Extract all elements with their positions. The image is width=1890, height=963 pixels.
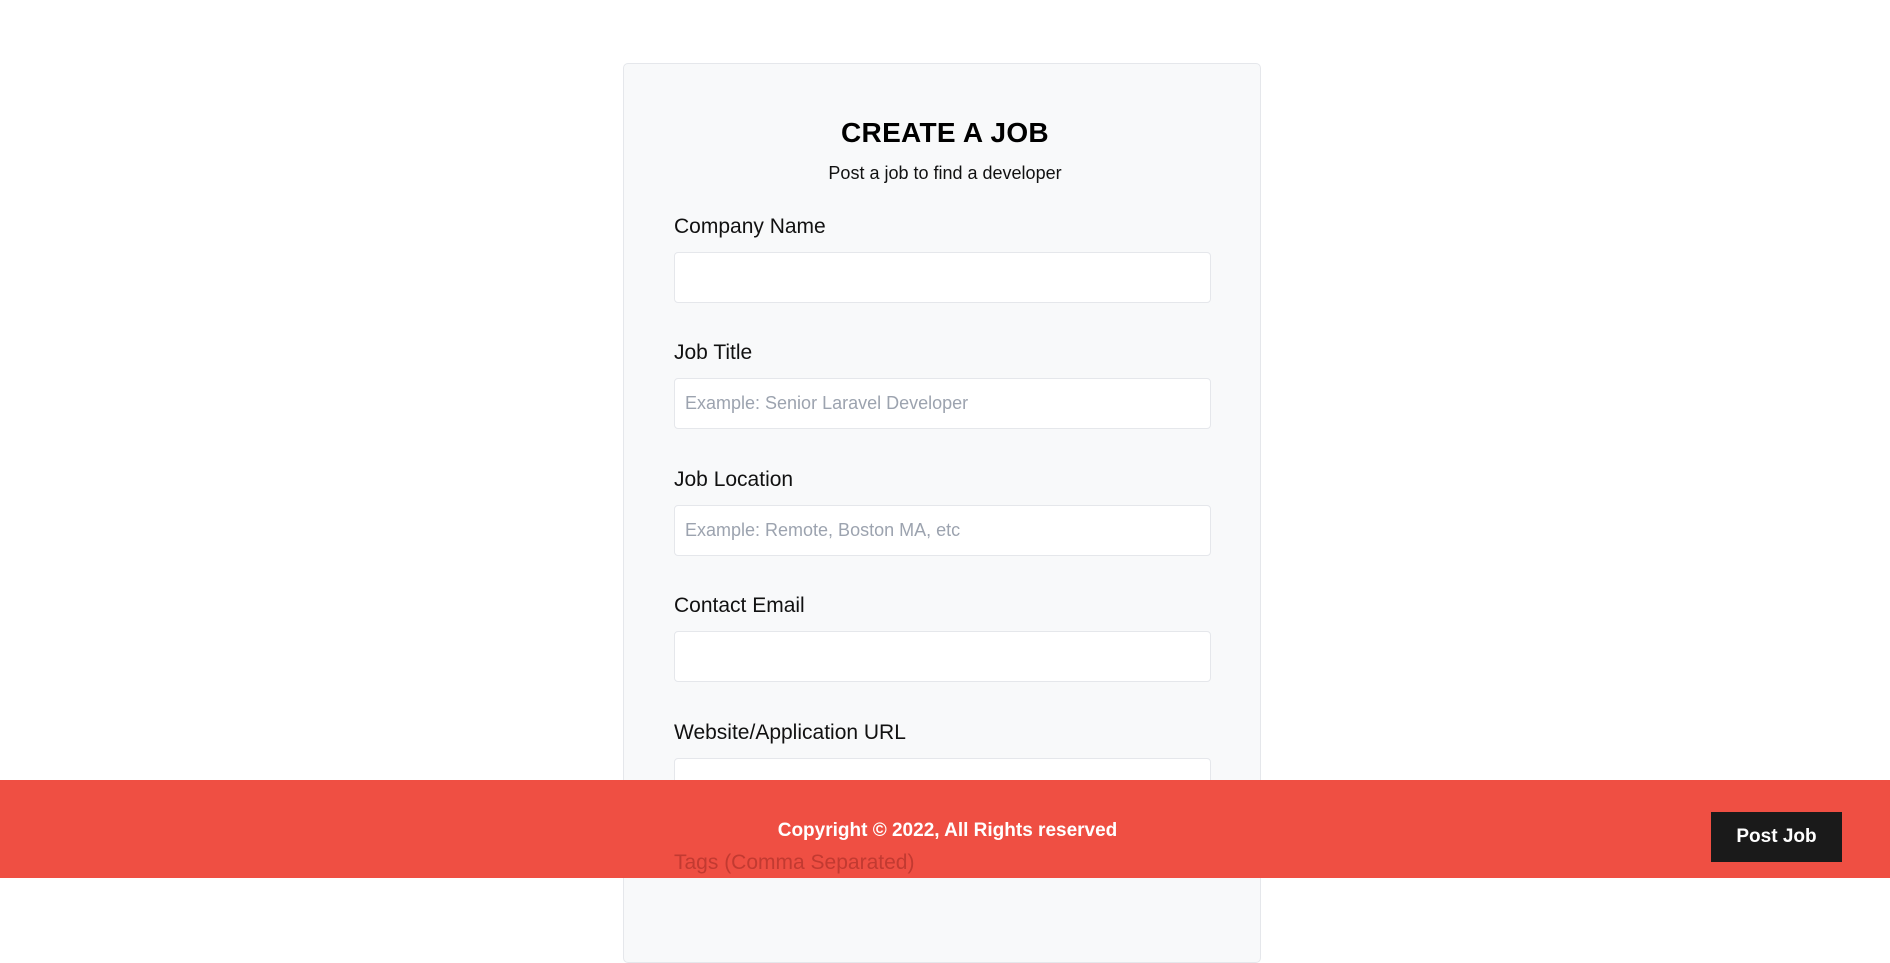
contact-email-input[interactable]	[674, 631, 1211, 682]
website-url-label: Website/Application URL	[674, 721, 906, 744]
page-subtitle: Post a job to find a developer	[828, 163, 1062, 183]
copyright-text: Copyright © 2022, All Rights reserved	[777, 820, 1118, 841]
company-name-label: Company Name	[674, 215, 826, 238]
page-title: CREATE A JOB	[841, 117, 1049, 148]
tags-label: Tags (Comma Separated)	[674, 851, 915, 874]
contact-email-label: Contact Email	[674, 594, 805, 617]
job-title-group: Job Title	[674, 338, 1211, 429]
job-title-label: Job Title	[674, 341, 753, 364]
company-name-group: Company Name	[674, 212, 1211, 303]
tags-group: Tags (Comma Separated)	[674, 848, 1211, 878]
company-name-input[interactable]	[674, 252, 1211, 303]
contact-email-group: Contact Email	[674, 591, 1211, 682]
job-location-group: Job Location	[674, 465, 1211, 556]
job-location-label: Job Location	[674, 468, 794, 491]
post-job-button[interactable]: Post Job	[1711, 812, 1842, 862]
job-location-input[interactable]	[674, 505, 1211, 556]
job-title-input[interactable]	[674, 378, 1211, 429]
